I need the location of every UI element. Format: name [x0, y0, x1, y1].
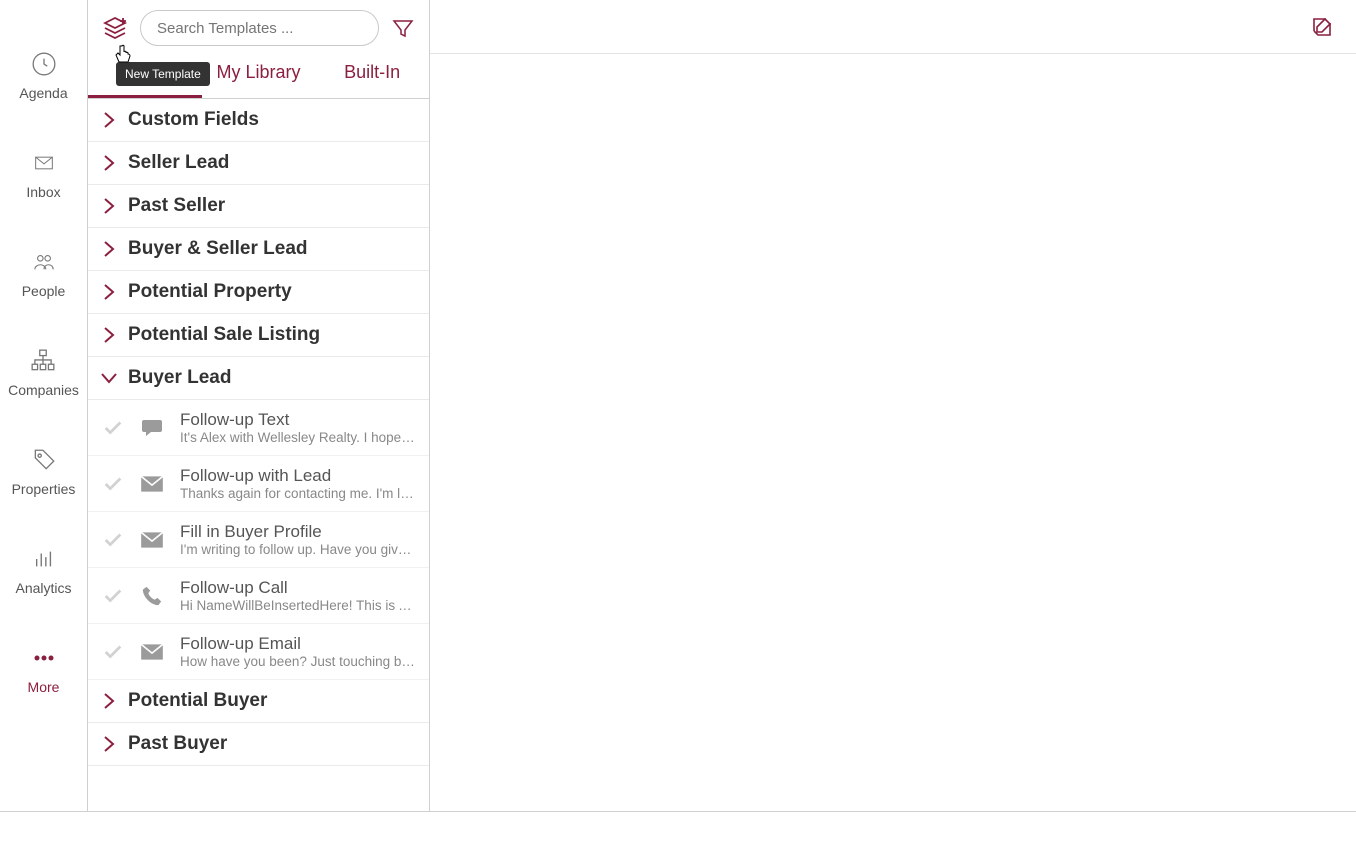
nav-item-companies[interactable]: Companies: [8, 347, 79, 398]
template-texts: Follow-up TextIt's Alex with Wellesley R…: [180, 410, 415, 445]
category-label: Buyer Lead: [128, 367, 231, 389]
category-row[interactable]: Potential Buyer: [88, 680, 429, 723]
speech-bubble-icon: [138, 414, 166, 442]
envelope-icon: [30, 149, 58, 177]
category-row[interactable]: Potential Sale Listing: [88, 314, 429, 357]
template-row[interactable]: Follow-up with LeadThanks again for cont…: [88, 456, 429, 512]
category-label: Potential Sale Listing: [128, 324, 320, 346]
more-dots-icon: [30, 644, 58, 672]
template-row[interactable]: Follow-up EmailHow have you been? Just t…: [88, 624, 429, 680]
phone-icon: [138, 582, 166, 610]
filter-button[interactable]: [389, 14, 417, 42]
checkmark-icon: [102, 473, 124, 495]
category-label: Potential Buyer: [128, 690, 267, 712]
people-icon: [30, 248, 58, 276]
category-row[interactable]: Past Buyer: [88, 723, 429, 766]
tab-label: Built-In: [344, 62, 400, 82]
template-title: Follow-up Text: [180, 410, 415, 430]
template-texts: Follow-up CallHi NameWillBeInsertedHere!…: [180, 578, 415, 613]
compose-button[interactable]: [1308, 13, 1336, 41]
checkmark-icon: [102, 641, 124, 663]
category-label: Potential Property: [128, 281, 292, 303]
template-preview: Thanks again for contacting me. I'm loo.…: [180, 486, 415, 501]
new-template-button[interactable]: [100, 13, 130, 43]
category-label: Custom Fields: [128, 109, 259, 131]
chevron-right-icon: [100, 326, 118, 344]
checkmark-icon: [102, 529, 124, 551]
envelope-icon: [138, 526, 166, 554]
category-label: Past Seller: [128, 195, 225, 217]
envelope-icon: [138, 638, 166, 666]
checkmark-icon: [102, 585, 124, 607]
chevron-down-icon: [100, 369, 118, 387]
nav-item-more[interactable]: More: [28, 644, 60, 695]
nav-item-analytics[interactable]: Analytics: [15, 545, 71, 596]
template-row[interactable]: Follow-up CallHi NameWillBeInsertedHere!…: [88, 568, 429, 624]
nav-label: Companies: [8, 382, 79, 398]
template-title: Fill in Buyer Profile: [180, 522, 415, 542]
category-label: Seller Lead: [128, 152, 229, 174]
checkmark-icon: [102, 417, 124, 439]
chevron-right-icon: [100, 692, 118, 710]
envelope-icon: [138, 470, 166, 498]
category-row[interactable]: Custom Fields: [88, 99, 429, 142]
clock-icon: [30, 50, 58, 78]
chevron-right-icon: [100, 283, 118, 301]
nav-label: People: [22, 283, 66, 299]
nav-item-agenda[interactable]: Agenda: [19, 50, 67, 101]
main-toolbar: [430, 0, 1356, 54]
template-preview: How have you been? Just touching ba...: [180, 654, 415, 669]
search-input[interactable]: [140, 10, 379, 46]
nav-item-inbox[interactable]: Inbox: [26, 149, 60, 200]
template-texts: Follow-up with LeadThanks again for cont…: [180, 466, 415, 501]
template-title: Follow-up Email: [180, 634, 415, 654]
category-row[interactable]: Buyer & Seller Lead: [88, 228, 429, 271]
chevron-right-icon: [100, 154, 118, 172]
template-row[interactable]: Fill in Buyer ProfileI'm writing to foll…: [88, 512, 429, 568]
chevron-right-icon: [100, 197, 118, 215]
template-preview: I'm writing to follow up. Have you given…: [180, 542, 415, 557]
nav-label: More: [28, 679, 60, 695]
bar-chart-icon: [30, 545, 58, 573]
chevron-right-icon: [100, 240, 118, 258]
nav-label: Properties: [12, 481, 76, 497]
org-chart-icon: [29, 347, 57, 375]
tab-label: My Library: [217, 62, 301, 82]
main-content: [430, 0, 1356, 811]
template-row[interactable]: Follow-up TextIt's Alex with Wellesley R…: [88, 400, 429, 456]
nav-label: Inbox: [26, 184, 60, 200]
category-label: Buyer & Seller Lead: [128, 238, 308, 260]
nav-item-properties[interactable]: Properties: [12, 446, 76, 497]
template-preview: It's Alex with Wellesley Realty. I hope …: [180, 430, 415, 445]
tab-built-in[interactable]: Built-In: [315, 52, 429, 98]
panel-toolbar: [88, 0, 429, 52]
tag-icon: [30, 446, 58, 474]
tab-my-library[interactable]: My Library: [202, 52, 316, 98]
new-template-tooltip: New Template: [116, 62, 210, 86]
nav-label: Agenda: [19, 85, 67, 101]
category-list[interactable]: Custom Fields Seller Lead Past Seller Buyer…: [88, 99, 429, 811]
template-preview: Hi NameWillBeInsertedHere! This is Ale..…: [180, 598, 415, 613]
template-texts: Fill in Buyer ProfileI'm writing to foll…: [180, 522, 415, 557]
template-title: Follow-up with Lead: [180, 466, 415, 486]
template-texts: Follow-up EmailHow have you been? Just t…: [180, 634, 415, 669]
left-nav: Agenda Inbox People Companies Properties…: [0, 0, 88, 811]
templates-panel: New Template All My Library Built-In Cus…: [88, 0, 430, 811]
category-row[interactable]: Past Seller: [88, 185, 429, 228]
category-row[interactable]: Seller Lead: [88, 142, 429, 185]
nav-label: Analytics: [15, 580, 71, 596]
template-title: Follow-up Call: [180, 578, 415, 598]
category-row[interactable]: Potential Property: [88, 271, 429, 314]
chevron-right-icon: [100, 111, 118, 129]
nav-item-people[interactable]: People: [22, 248, 66, 299]
category-row[interactable]: Buyer Lead: [88, 357, 429, 400]
chevron-right-icon: [100, 735, 118, 753]
category-label: Past Buyer: [128, 733, 227, 755]
